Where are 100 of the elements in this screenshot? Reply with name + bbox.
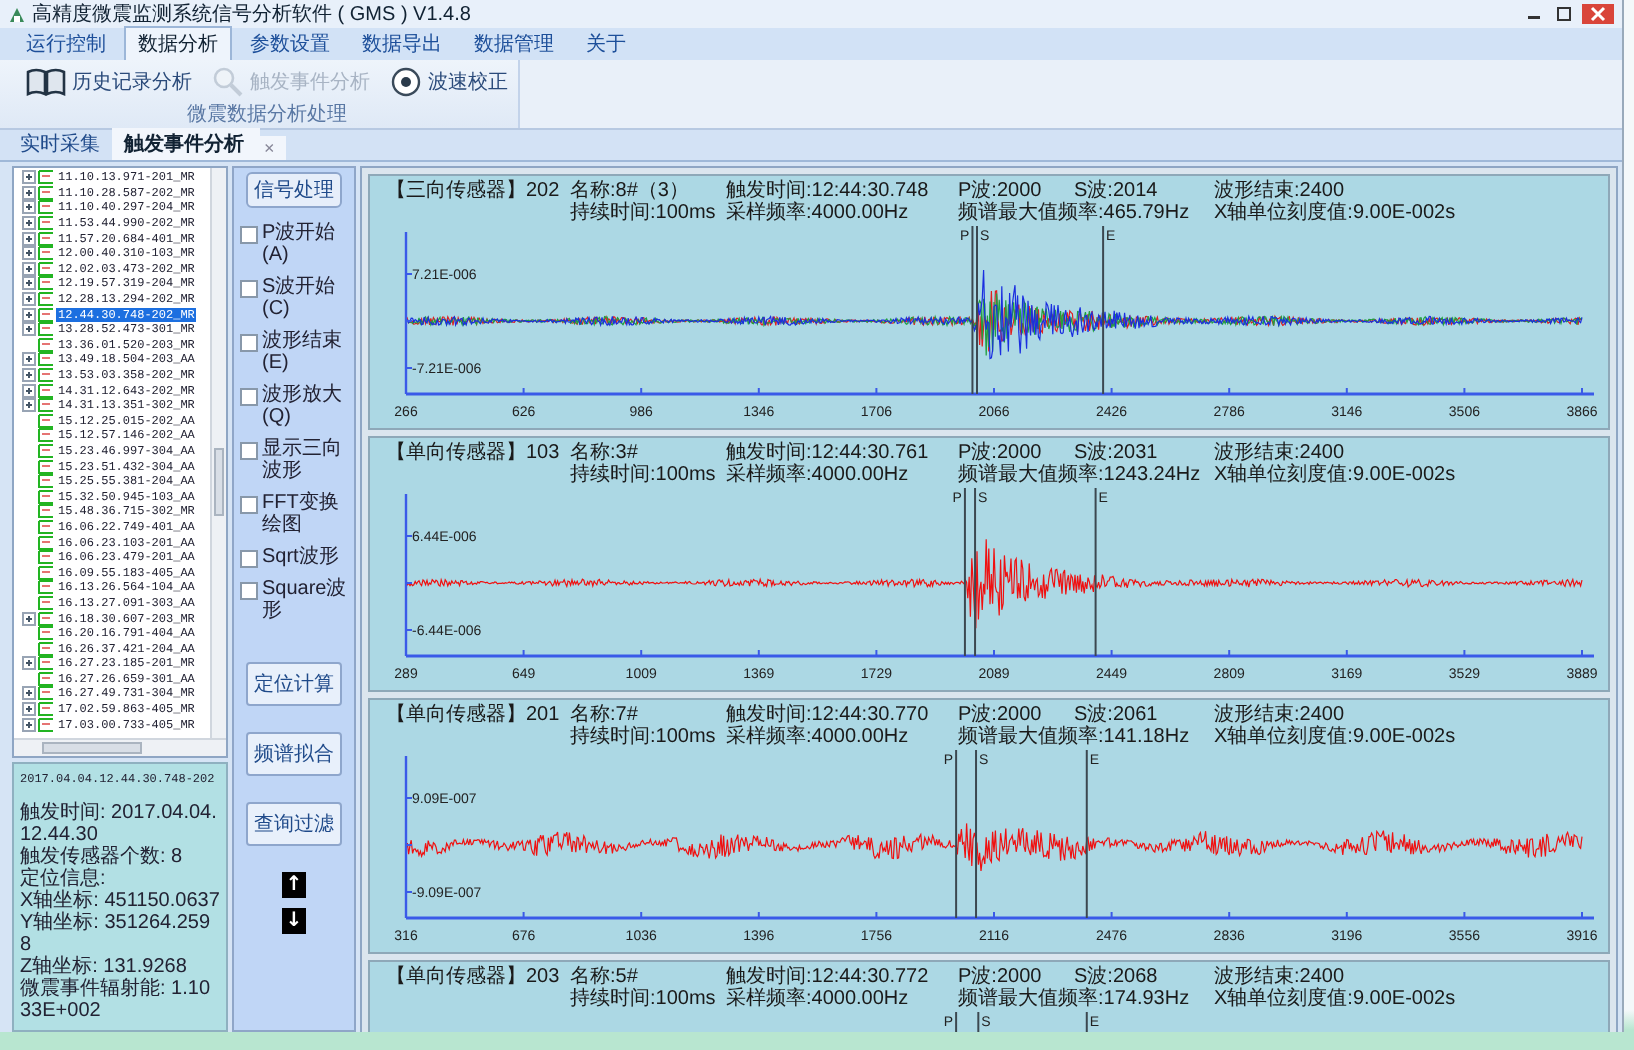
ribbon-button[interactable]: 历史记录分析 xyxy=(24,65,194,97)
horizontal-scrollbar[interactable] xyxy=(14,738,226,756)
section-button[interactable]: 信号处理 xyxy=(246,172,342,208)
expand-icon[interactable] xyxy=(22,717,36,732)
expand-icon[interactable] xyxy=(22,686,36,701)
target-icon xyxy=(390,65,422,97)
menu-tab[interactable]: 运行控制 xyxy=(12,26,120,60)
expand-icon[interactable] xyxy=(22,292,36,307)
chart-field: S波:2068 xyxy=(1074,966,1214,988)
chart-field: P波:2000 xyxy=(958,704,1074,726)
maximize-button[interactable] xyxy=(1552,4,1576,24)
chart-field: 触发时间:12:44:30.748 xyxy=(726,180,958,202)
chart-field: 触发时间:12:44:30.770 xyxy=(726,704,958,726)
chart-field: 波形结束:2400 xyxy=(1214,180,1494,202)
chart-field: 波形结束:2400 xyxy=(1214,704,1494,726)
chart-field: S波:2061 xyxy=(1074,704,1214,726)
chart-field: 【单向传感器】103 xyxy=(386,442,570,464)
info-line: 触发时间: 2017.04.04.12.44.30 xyxy=(20,802,219,846)
marker-line xyxy=(955,1011,958,1032)
book-icon xyxy=(26,65,66,97)
expand-icon[interactable] xyxy=(22,170,36,185)
marker-line xyxy=(977,1011,980,1032)
expand-icon[interactable] xyxy=(22,398,36,413)
chart-field: X轴单位刻度值:9.00E-002s xyxy=(1214,464,1494,486)
chart-field: 频谱最大值频率:141.18Hz xyxy=(958,726,1214,748)
menu-tab[interactable]: 数据管理 xyxy=(460,26,568,60)
expand-icon[interactable] xyxy=(22,185,36,200)
action-button[interactable]: 定位计算 xyxy=(246,662,342,706)
arrow-button[interactable]: ↑ xyxy=(282,872,306,898)
chart-field: 采样频率:4000.00Hz xyxy=(726,202,958,224)
checkbox[interactable]: 波形放大(Q) xyxy=(240,384,348,428)
expand-icon[interactable] xyxy=(22,307,36,322)
window-title: 高精度微震监测系统信号分析软件 ( GMS ) V1.4.8 xyxy=(32,1,471,28)
search-icon xyxy=(212,65,244,97)
menu-tab[interactable]: 数据分析 xyxy=(124,26,232,60)
chart-field: 名称:3# xyxy=(570,442,726,464)
chart-field: 名称:5# xyxy=(570,966,726,988)
action-button[interactable]: 频谱拟合 xyxy=(246,732,342,776)
checkbox[interactable]: 波形结束(E) xyxy=(240,330,348,374)
info-line: 定位信息: xyxy=(20,868,108,890)
menu-tab[interactable]: 数据导出 xyxy=(348,26,456,60)
chart-field: 波形结束:2400 xyxy=(1214,966,1494,988)
chart-field: 【三向传感器】202 xyxy=(386,180,570,202)
chart-field: 采样频率:4000.00Hz xyxy=(726,464,958,486)
marker-line xyxy=(1085,1011,1088,1032)
chart-field: P波:2000 xyxy=(958,442,1074,464)
info-line: 微震事件辐射能: 1.1033E+002 xyxy=(20,978,213,1022)
chart-field: X轴单位刻度值:9.00E-002s xyxy=(1214,988,1494,1010)
info-line: Y轴坐标: 351264.2598 xyxy=(20,912,213,956)
menu-tab[interactable]: 关于 xyxy=(572,26,640,60)
chart-field: 名称:8#（3） xyxy=(570,180,726,202)
expand-icon[interactable] xyxy=(22,322,36,337)
expand-icon[interactable] xyxy=(22,276,36,291)
chart-field: 持续时间:100ms xyxy=(570,202,726,224)
checkbox[interactable]: Square波形 xyxy=(240,578,348,622)
ribbon-button[interactable]: 波速校正 xyxy=(388,65,510,97)
expand-icon[interactable] xyxy=(22,261,36,276)
vertical-scrollbar[interactable] xyxy=(210,168,226,738)
chart-field: 【单向传感器】201 xyxy=(386,704,570,726)
chart-field: 持续时间:100ms xyxy=(570,726,726,748)
group-label: 微震数据分析处理 xyxy=(187,101,347,128)
expand-icon[interactable] xyxy=(22,216,36,231)
checkbox[interactable]: P波开始(A) xyxy=(240,222,348,266)
info-line: 触发传感器个数: 8 xyxy=(20,846,185,868)
chart-field: S波:2014 xyxy=(1074,180,1214,202)
chart-field: P波:2000 xyxy=(958,966,1074,988)
expand-icon[interactable] xyxy=(22,702,36,717)
checkbox[interactable]: S波开始(C) xyxy=(240,276,348,320)
expand-icon[interactable] xyxy=(22,352,36,367)
expand-icon[interactable] xyxy=(22,656,36,671)
chart-field: 采样频率:4000.00Hz xyxy=(726,726,958,748)
expand-icon[interactable] xyxy=(22,246,36,261)
action-button[interactable]: 查询过滤 xyxy=(246,802,342,846)
chart-field: P波:2000 xyxy=(958,180,1074,202)
chart-field: 频谱最大值频率:1243.24Hz xyxy=(958,464,1214,486)
chart-field: 【单向传感器】203 xyxy=(386,966,570,988)
info-line: Z轴坐标: 131.9268 xyxy=(20,956,189,978)
expand-icon[interactable] xyxy=(22,611,36,626)
chart-field: 频谱最大值频率:465.79Hz xyxy=(958,202,1214,224)
document-tab[interactable]: 实时采集 xyxy=(8,128,112,160)
chart-field: S波:2031 xyxy=(1074,442,1214,464)
chart-field: 触发时间:12:44:30.772 xyxy=(726,966,958,988)
document-tab[interactable]: 触发事件分析 xyxy=(112,128,260,160)
chart-field: 触发时间:12:44:30.761 xyxy=(726,442,958,464)
checkbox[interactable]: Sqrt波形 xyxy=(240,546,348,568)
arrow-button[interactable]: ↓ xyxy=(282,908,306,934)
chart-field: 名称:7# xyxy=(570,704,726,726)
checkbox[interactable]: FFT变换绘图 xyxy=(240,492,348,536)
expand-icon[interactable] xyxy=(22,200,36,215)
chart-field: 持续时间:100ms xyxy=(570,464,726,486)
chart-field: 波形结束:2400 xyxy=(1214,442,1494,464)
menu-tab[interactable]: 参数设置 xyxy=(236,26,344,60)
close-button[interactable] xyxy=(1582,4,1614,24)
expand-icon[interactable] xyxy=(22,231,36,246)
expand-icon[interactable] xyxy=(22,383,36,398)
expand-icon[interactable] xyxy=(22,368,36,383)
chart-field: 持续时间:100ms xyxy=(570,988,726,1010)
info-line: X轴坐标: 451150.0637 xyxy=(20,890,220,912)
checkbox[interactable]: 显示三向波形 xyxy=(240,438,348,482)
app-icon xyxy=(8,5,26,23)
